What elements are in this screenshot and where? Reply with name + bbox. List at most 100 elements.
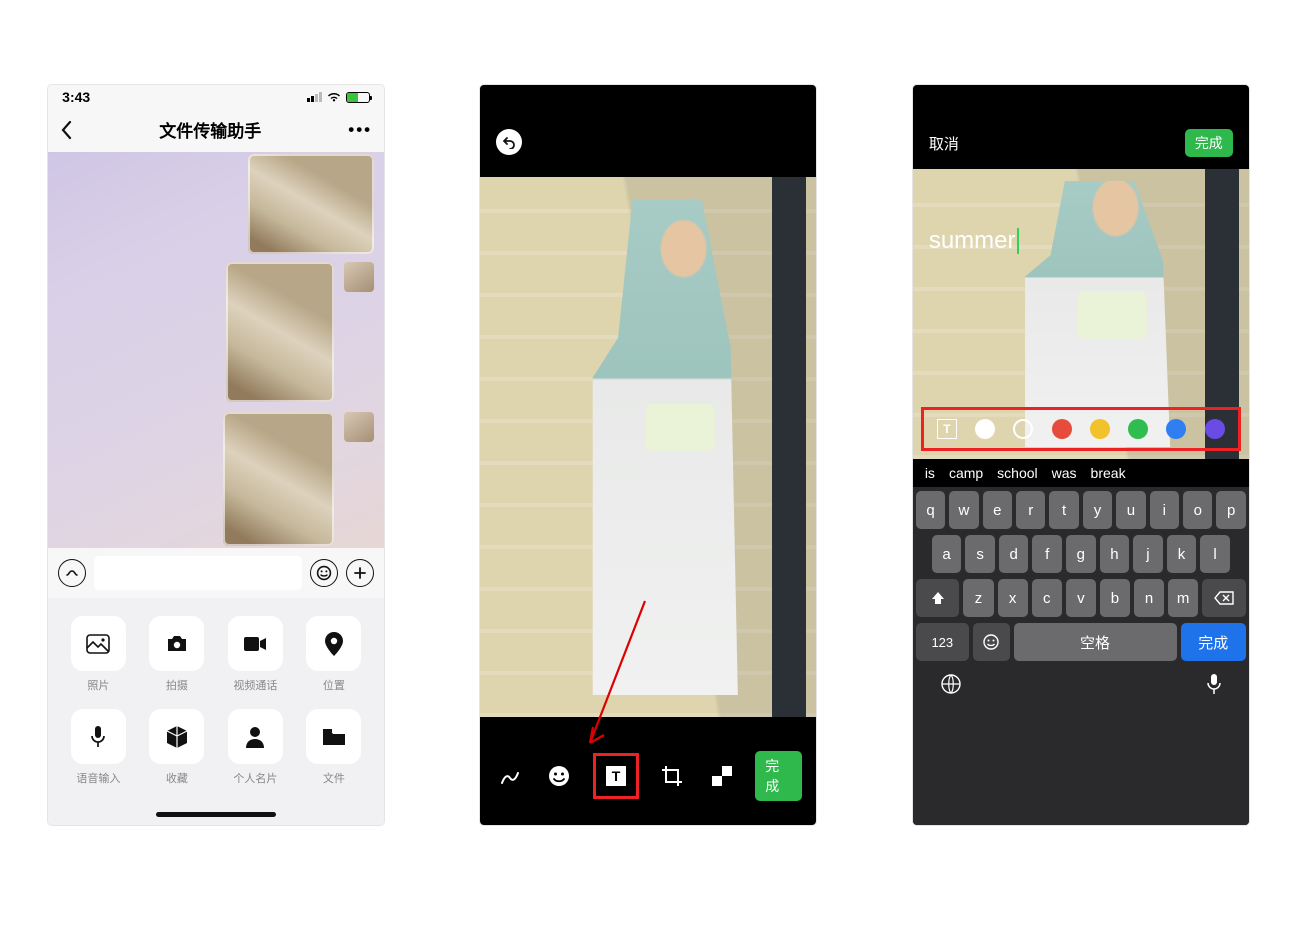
globe-key[interactable] <box>940 673 962 695</box>
person-icon <box>228 709 283 764</box>
key-e[interactable]: e <box>983 491 1012 529</box>
input-bar <box>48 548 384 598</box>
key-r[interactable]: r <box>1016 491 1045 529</box>
key-t[interactable]: t <box>1049 491 1078 529</box>
color-blue[interactable] <box>1166 419 1186 439</box>
emoji-key[interactable] <box>973 623 1010 661</box>
suggestion[interactable]: camp <box>949 465 983 481</box>
message-image[interactable] <box>248 154 374 254</box>
home-indicator <box>48 812 384 825</box>
suggestion[interactable]: was <box>1052 465 1077 481</box>
editor-canvas[interactable] <box>480 177 816 717</box>
shift-key[interactable] <box>916 579 960 617</box>
key-y[interactable]: y <box>1083 491 1112 529</box>
color-black[interactable] <box>1013 419 1033 439</box>
key-s[interactable]: s <box>965 535 995 573</box>
key-d[interactable]: d <box>999 535 1029 573</box>
attach-favorites[interactable]: 收藏 <box>147 709 208 786</box>
suggestion[interactable]: school <box>997 465 1037 481</box>
key-x[interactable]: x <box>998 579 1028 617</box>
attach-label: 照片 <box>87 677 109 693</box>
mosaic-tool[interactable] <box>706 760 737 792</box>
attach-label: 个人名片 <box>233 770 277 786</box>
draw-tool[interactable] <box>494 760 525 792</box>
key-q[interactable]: q <box>916 491 945 529</box>
done-button[interactable]: 完成 <box>755 751 802 801</box>
voice-toggle-icon[interactable] <box>58 559 86 587</box>
text-input[interactable] <box>94 556 302 590</box>
message-image[interactable] <box>226 262 374 402</box>
undo-button[interactable] <box>496 129 522 155</box>
key-z[interactable]: z <box>963 579 993 617</box>
color-red[interactable] <box>1052 419 1072 439</box>
attach-label: 位置 <box>323 677 345 693</box>
attach-label: 拍摄 <box>166 677 188 693</box>
key-i[interactable]: i <box>1150 491 1179 529</box>
key-n[interactable]: n <box>1134 579 1164 617</box>
color-yellow[interactable] <box>1090 419 1110 439</box>
text-style-toggle[interactable]: T <box>937 419 957 439</box>
status-icons <box>307 92 370 103</box>
key-o[interactable]: o <box>1183 491 1212 529</box>
avatar[interactable] <box>344 262 374 292</box>
attach-camera[interactable]: 拍摄 <box>147 616 208 693</box>
text-tool-highlighted: T <box>593 753 639 799</box>
key-u[interactable]: u <box>1116 491 1145 529</box>
phone-wechat-chat: 3:43 文件传输助手 ••• <box>48 85 384 825</box>
key-g[interactable]: g <box>1066 535 1096 573</box>
attach-voice-input[interactable]: 语音输入 <box>68 709 129 786</box>
back-button[interactable] <box>60 120 72 140</box>
color-purple[interactable] <box>1205 419 1225 439</box>
text-editor-canvas[interactable]: summer T <box>913 169 1249 459</box>
key-f[interactable]: f <box>1032 535 1062 573</box>
key-p[interactable]: p <box>1216 491 1245 529</box>
key-b[interactable]: b <box>1100 579 1130 617</box>
crop-tool[interactable] <box>657 760 688 792</box>
key-j[interactable]: j <box>1133 535 1163 573</box>
folder-icon <box>306 709 361 764</box>
space-key[interactable]: 空格 <box>1014 623 1177 661</box>
color-picker-highlighted: T <box>921 407 1241 451</box>
suggestion[interactable]: break <box>1091 465 1126 481</box>
attach-video-call[interactable]: 视频通话 <box>225 616 286 693</box>
suggestion[interactable]: is <box>925 465 935 481</box>
cancel-button[interactable]: 取消 <box>929 133 959 154</box>
photo-content <box>480 177 816 717</box>
color-white[interactable] <box>975 419 995 439</box>
wifi-icon <box>326 92 342 103</box>
key-w[interactable]: w <box>949 491 978 529</box>
color-green[interactable] <box>1128 419 1148 439</box>
chat-messages[interactable] <box>48 152 384 548</box>
emoji-button[interactable] <box>310 559 338 587</box>
done-button[interactable]: 完成 <box>1185 129 1233 157</box>
number-key[interactable]: 123 <box>916 623 969 661</box>
plus-button[interactable] <box>346 559 374 587</box>
attach-contact-card[interactable]: 个人名片 <box>225 709 286 786</box>
avatar[interactable] <box>344 412 374 442</box>
dictation-key[interactable] <box>1206 673 1222 695</box>
attach-photo[interactable]: 照片 <box>68 616 129 693</box>
attach-location[interactable]: 位置 <box>304 616 365 693</box>
status-bar: 3:43 <box>48 85 384 107</box>
emoji-tool[interactable] <box>544 760 575 792</box>
more-button[interactable]: ••• <box>348 120 372 140</box>
text-tool[interactable]: T <box>600 760 632 792</box>
attach-file[interactable]: 文件 <box>304 709 365 786</box>
key-k[interactable]: k <box>1167 535 1197 573</box>
keyboard-suggestions: is camp school was break <box>913 459 1249 487</box>
backspace-key[interactable] <box>1202 579 1246 617</box>
attach-label: 文件 <box>323 770 345 786</box>
chat-nav-bar: 文件传输助手 ••• <box>48 107 384 152</box>
key-l[interactable]: l <box>1200 535 1230 573</box>
attach-label: 语音输入 <box>76 770 120 786</box>
key-v[interactable]: v <box>1066 579 1096 617</box>
typed-text[interactable]: summer <box>929 227 1020 255</box>
message-image[interactable] <box>223 412 374 546</box>
key-c[interactable]: c <box>1032 579 1062 617</box>
editor-toolbar: T 完成 <box>480 737 816 825</box>
key-a[interactable]: a <box>932 535 962 573</box>
key-m[interactable]: m <box>1168 579 1198 617</box>
keyboard-done-key[interactable]: 完成 <box>1181 623 1246 661</box>
photo-icon <box>71 616 126 671</box>
key-h[interactable]: h <box>1100 535 1130 573</box>
